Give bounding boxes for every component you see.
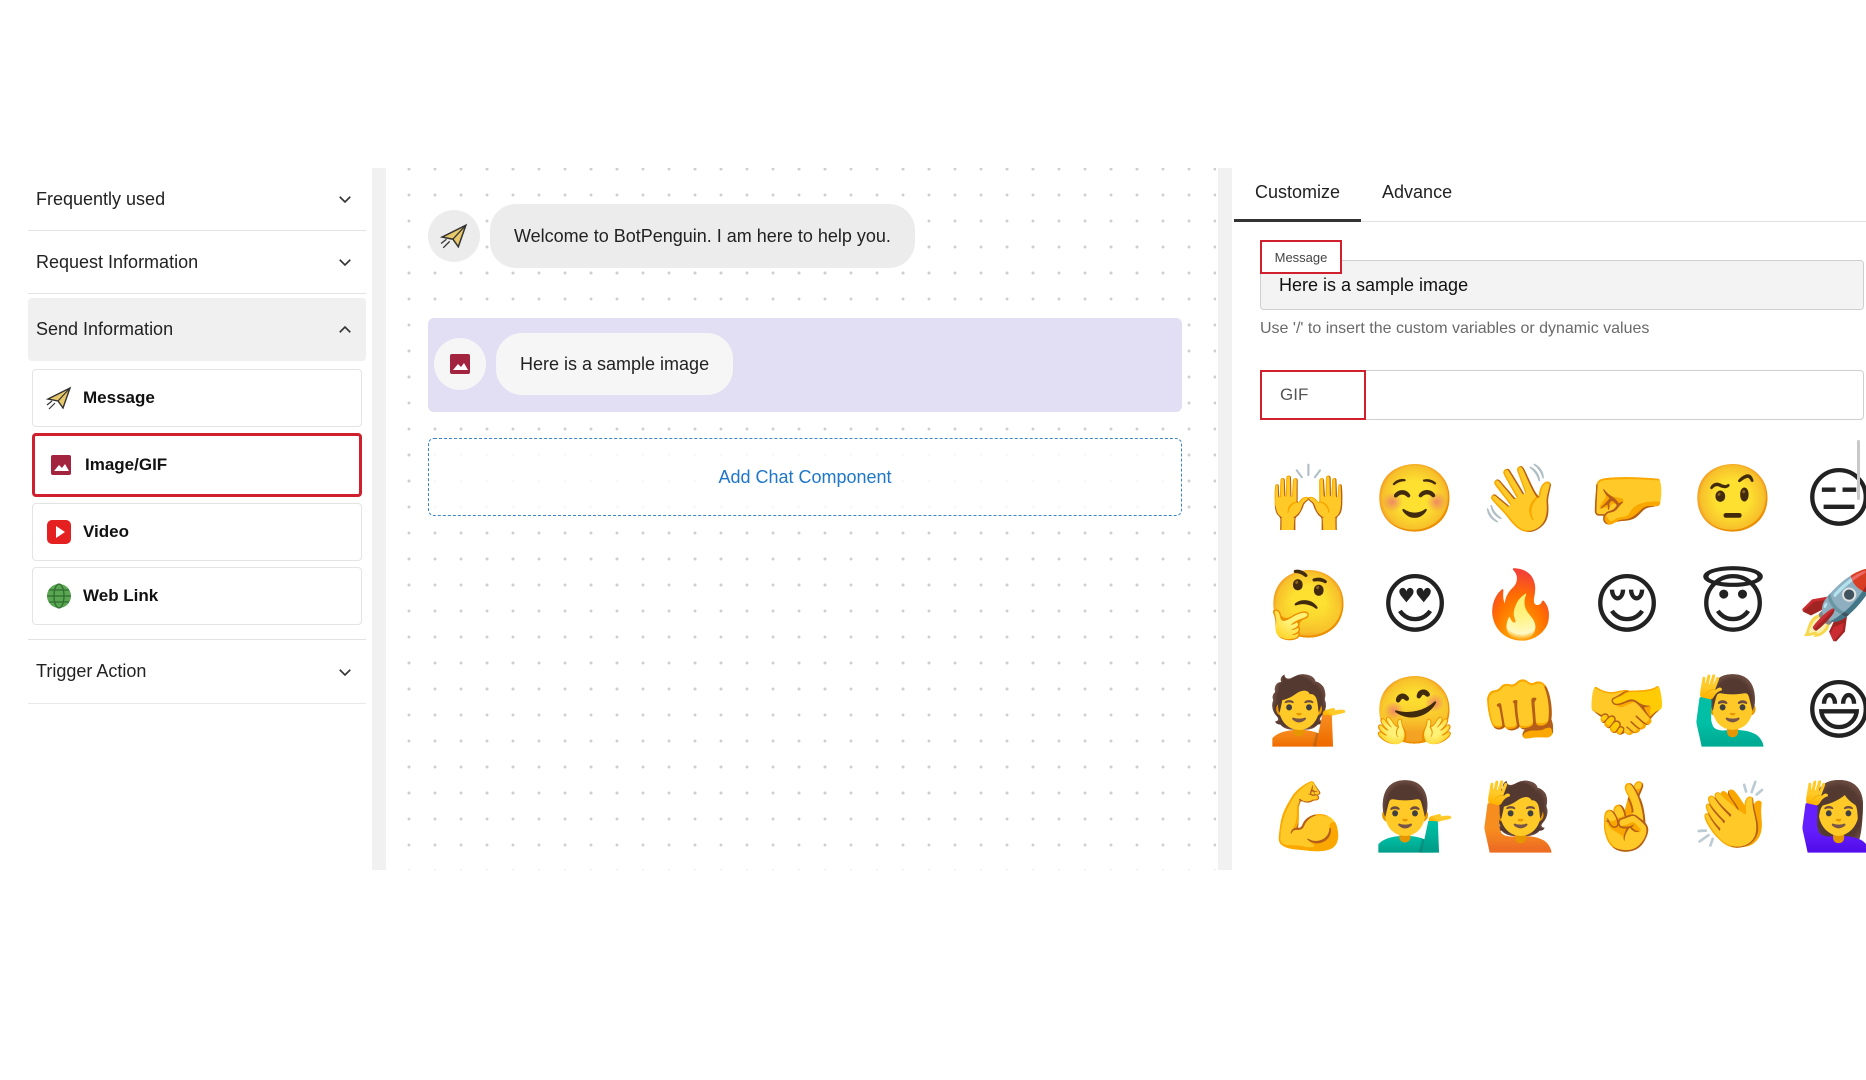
gif-tab-label[interactable]: GIF [1260, 370, 1366, 420]
section-label: Frequently used [36, 188, 166, 209]
panel-divider[interactable] [372, 168, 386, 870]
section-trigger-action[interactable]: Trigger Action [28, 640, 366, 703]
component-video[interactable]: Video [32, 503, 362, 561]
welcome-message-bubble: Welcome to BotPenguin. I am here to help… [490, 204, 915, 268]
gif-result-item[interactable]: 💪 [1256, 764, 1362, 870]
gif-result-item[interactable]: 🔥 [1468, 552, 1574, 658]
component-image-gif[interactable]: Image/GIF [32, 433, 362, 497]
add-chat-component-button[interactable]: Add Chat Component [428, 438, 1182, 516]
gif-result-item[interactable]: 😑 [1786, 446, 1866, 552]
section-request-information[interactable]: Request Information [28, 231, 366, 294]
image-icon [47, 451, 75, 479]
chevron-down-icon [336, 663, 354, 681]
send-information-items: Message Image/GIF Video Web Link [28, 361, 366, 640]
chat-node-image-selected[interactable]: Here is a sample image [428, 318, 1182, 412]
gif-result-item[interactable]: 👋 [1468, 446, 1574, 552]
gif-result-item[interactable]: 💁‍♂️ [1362, 764, 1468, 870]
gif-result-item[interactable]: 🙌 [1256, 446, 1362, 552]
tab-advance[interactable]: Advance [1361, 168, 1473, 221]
gif-result-item[interactable]: 🤔 [1256, 552, 1362, 658]
gif-result-item[interactable]: 🤝 [1574, 658, 1680, 764]
gif-result-item[interactable]: 😇 [1680, 552, 1786, 658]
panel-divider[interactable] [1218, 168, 1232, 870]
gif-result-item[interactable]: 🙋‍♀️ [1786, 764, 1866, 870]
chevron-down-icon [336, 253, 354, 271]
gif-result-item[interactable]: 🤨 [1680, 446, 1786, 552]
section-label: Trigger Action [36, 661, 147, 681]
flow-canvas[interactable]: Welcome to BotPenguin. I am here to help… [388, 168, 1216, 870]
gif-result-item[interactable]: 🚀 [1786, 552, 1866, 658]
gif-result-item[interactable]: 🤛 [1574, 446, 1680, 552]
image-icon [434, 338, 486, 390]
gif-result-item[interactable]: 👏 [1680, 764, 1786, 870]
gif-result-item[interactable]: 👊 [1468, 658, 1574, 764]
gif-result-item[interactable]: 💁 [1256, 658, 1362, 764]
section-label: Request Information [36, 251, 199, 272]
message-input[interactable] [1260, 260, 1864, 310]
section-frequently-used[interactable]: Frequently used [28, 168, 366, 231]
tab-bar: Customize Advance [1234, 168, 1866, 222]
chat-node-welcome[interactable]: Welcome to BotPenguin. I am here to help… [428, 204, 915, 268]
gif-result-item[interactable]: 😍 [1362, 552, 1468, 658]
paper-plane-icon [428, 210, 480, 262]
message-field-label: Message [1260, 240, 1342, 274]
gif-result-item[interactable]: 😌 [1574, 552, 1680, 658]
paper-plane-icon [45, 384, 73, 412]
gif-result-item[interactable]: 🤞 [1574, 764, 1680, 870]
chevron-up-icon [336, 321, 354, 339]
gif-result-item[interactable]: 😄 [1786, 658, 1866, 764]
chevron-down-icon [336, 190, 354, 208]
section-label: Send Information [36, 319, 174, 339]
youtube-play-icon [45, 518, 73, 546]
component-label: Message [83, 388, 155, 407]
gif-result-item[interactable]: 🙋‍♂️ [1680, 658, 1786, 764]
globe-icon [45, 582, 73, 610]
component-web-link[interactable]: Web Link [32, 567, 362, 625]
gif-scrollbar[interactable] [1857, 440, 1860, 500]
gif-results-grid: 🙌 ☺️ 👋 🤛 🤨 😑 🤔 😍 🔥 😌 😇 🚀 💁 🤗 👊 🤝 🙋‍♂️ 😄 💪 💁‍♂️ 🙋 🤞 👏 🙋‍♀️ [1256, 446, 1866, 870]
section-send-information[interactable]: Send Information [28, 298, 366, 361]
component-label: Video [83, 522, 129, 541]
component-label: Web Link [83, 586, 159, 605]
component-sidebar: Frequently used Request Information Send… [28, 168, 366, 704]
divider [28, 703, 366, 704]
tab-customize[interactable]: Customize [1234, 168, 1362, 222]
component-message[interactable]: Message [32, 369, 362, 427]
gif-result-item[interactable]: ☺️ [1362, 446, 1468, 552]
message-hint: Use '/' to insert the custom variables o… [1260, 320, 1650, 337]
settings-panel: Customize Advance Message Use '/' to ins… [1234, 168, 1866, 870]
gif-result-item[interactable]: 🙋 [1468, 764, 1574, 870]
image-message-bubble: Here is a sample image [496, 333, 734, 395]
gif-result-item[interactable]: 🤗 [1362, 658, 1468, 764]
component-label: Image/GIF [85, 455, 168, 474]
chat-node-row: Here is a sample image [434, 333, 734, 395]
